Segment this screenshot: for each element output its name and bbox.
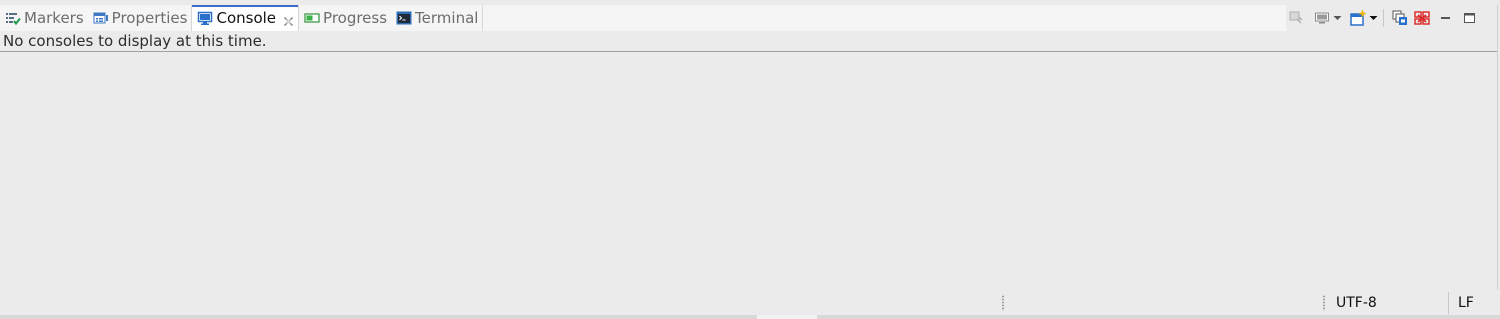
line-delimiter-indicator[interactable]: LF — [1458, 295, 1474, 311]
scrollbar-thumb[interactable] — [757, 315, 817, 319]
status-divider — [1323, 295, 1325, 311]
status-divider — [1002, 295, 1004, 311]
console-view: Markers Properties Console Progress Term… — [0, 0, 1500, 319]
view-border — [0, 5, 1498, 311]
horizontal-scrollbar[interactable] — [0, 315, 1500, 319]
encoding-indicator[interactable]: UTF-8 — [1336, 295, 1377, 311]
status-divider — [1448, 292, 1449, 314]
status-bar: UTF-8 LF — [0, 290, 1500, 315]
